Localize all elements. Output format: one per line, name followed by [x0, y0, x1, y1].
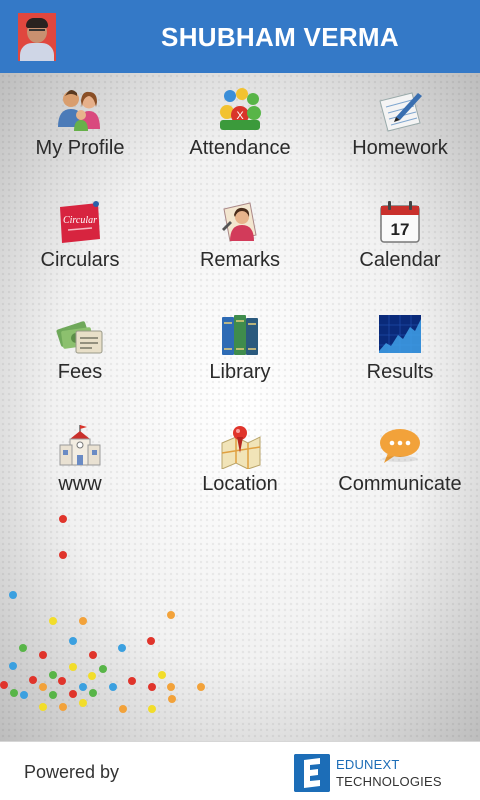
app-footer: Powered by EDUNEXT TECHNOLOGIES	[0, 741, 480, 800]
circular-icon: Circular	[60, 201, 100, 243]
menu-label: Remarks	[199, 249, 280, 271]
menu-label: Communicate	[338, 473, 462, 495]
menu-item-circulars[interactable]: Circular Circulars	[0, 185, 160, 297]
attendance-icon: X	[220, 88, 261, 130]
menu-label: Homework	[352, 137, 448, 159]
menu-label: Fees	[57, 361, 103, 383]
library-icon	[222, 315, 258, 355]
app-header: SHUBHAM VERMA	[0, 0, 480, 73]
chat-icon	[380, 429, 420, 463]
menu-item-homework[interactable]: Homework	[320, 73, 480, 185]
menu-item-results[interactable]: Results	[320, 297, 480, 409]
powered-by-label: Powered by	[24, 762, 120, 782]
circular-icon-text: Circular	[63, 215, 97, 226]
menu-item-remarks[interactable]: Remarks	[160, 185, 320, 297]
menu-label: My Profile	[35, 137, 125, 159]
calendar-icon: 17	[380, 201, 420, 243]
menu-item-calendar[interactable]: 17 Calendar	[320, 185, 480, 297]
menu-label: Library	[209, 361, 271, 383]
user-name-title: SHUBHAM VERMA	[161, 22, 399, 52]
menu-label: Attendance	[189, 137, 291, 159]
edunext-logo-icon	[294, 754, 330, 792]
decorative-dots	[0, 515, 205, 713]
menu-label: www	[58, 473, 102, 495]
dashboard-panel: My Profile X Attendance Homework Circula…	[0, 73, 480, 741]
menu-item-library[interactable]: Library	[160, 297, 320, 409]
user-avatar[interactable]	[18, 13, 56, 61]
menu-label: Location	[202, 473, 278, 495]
results-icon	[379, 315, 421, 353]
location-icon	[221, 426, 261, 469]
fees-icon	[56, 321, 103, 354]
school-icon	[59, 425, 101, 466]
calendar-icon-text: 17	[391, 220, 410, 239]
menu-item-my-profile[interactable]: My Profile	[0, 73, 160, 185]
brand-name-line1: EDUNEXT	[336, 757, 400, 772]
remarks-icon	[222, 202, 257, 242]
menu-label: Results	[366, 361, 434, 383]
brand-name-line2: TECHNOLOGIES	[336, 774, 442, 789]
profile-icon	[58, 90, 100, 131]
menu-label: Calendar	[359, 249, 441, 271]
menu-item-fees[interactable]: Fees	[0, 297, 160, 409]
menu-label: Circulars	[40, 249, 120, 271]
menu-item-attendance[interactable]: X Attendance	[160, 73, 320, 185]
menu-item-communicate[interactable]: Communicate	[320, 409, 480, 521]
homework-icon	[379, 92, 422, 132]
